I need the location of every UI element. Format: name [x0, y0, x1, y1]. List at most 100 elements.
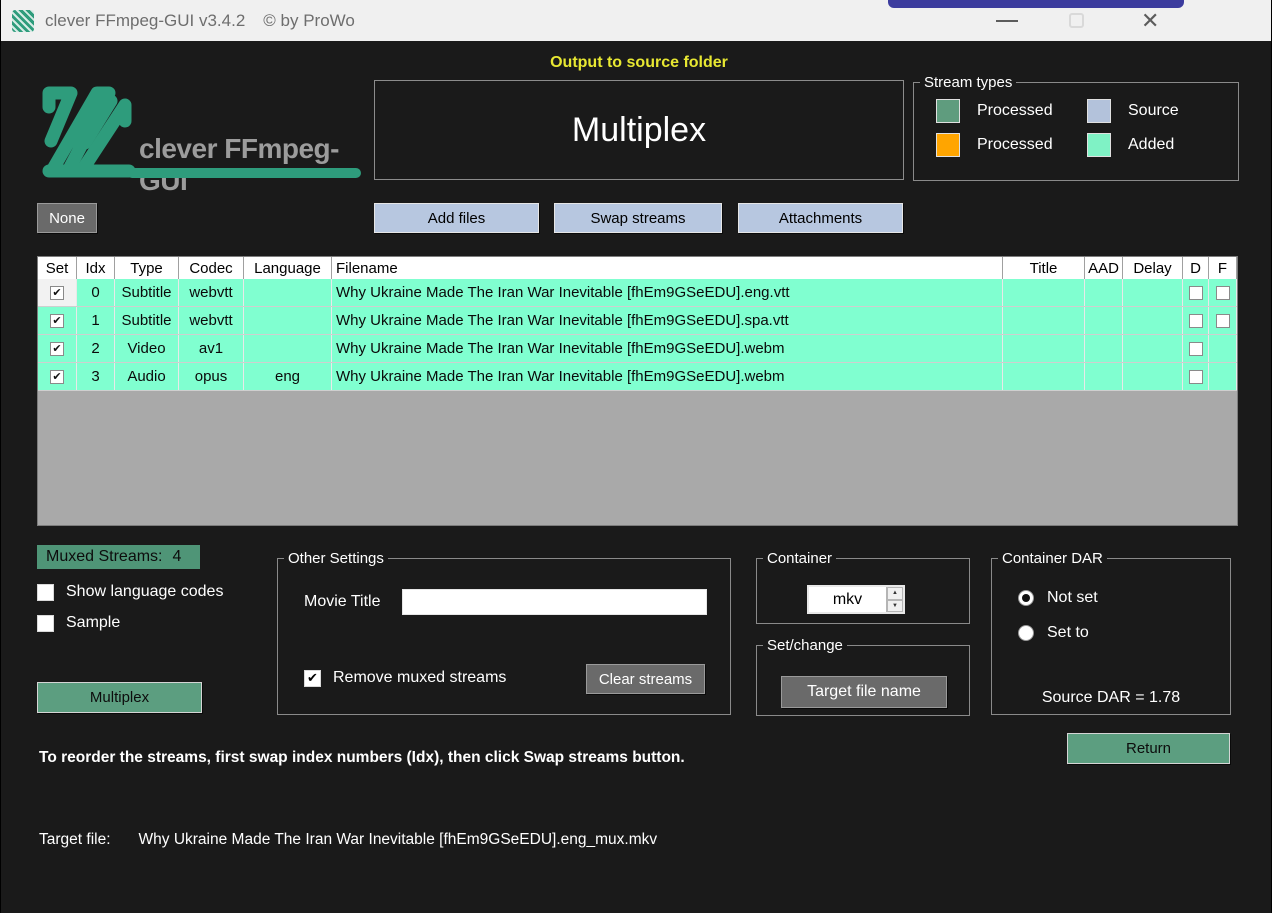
attachments-button[interactable]: Attachments [738, 203, 903, 233]
spinner-buttons: ▲ ▼ [886, 587, 903, 612]
logo-text: clever FFmpeg-GUI [139, 133, 339, 196]
add-files-button[interactable]: Add files [374, 203, 539, 233]
title-cell[interactable] [1003, 307, 1085, 334]
f-cell [1209, 335, 1237, 362]
set-checkbox[interactable] [50, 341, 64, 356]
d-checkbox[interactable] [1188, 341, 1203, 356]
sample-option[interactable]: Sample [37, 614, 223, 632]
multiplex-button[interactable]: Multiplex [37, 682, 202, 713]
window-copyright: © by ProWo [263, 10, 355, 30]
delay-cell[interactable] [1123, 363, 1183, 390]
container-format-value: mkv [832, 590, 863, 608]
delay-cell[interactable] [1123, 307, 1183, 334]
set-checkbox[interactable] [50, 313, 64, 328]
muxed-streams-count: 4 [172, 548, 182, 565]
maximize-icon[interactable] [1069, 13, 1084, 28]
spinner-down-icon[interactable]: ▼ [887, 599, 903, 612]
codec-cell: av1 [179, 335, 244, 362]
aad-cell [1085, 307, 1123, 334]
type-cell: Video [115, 335, 179, 362]
remove-muxed-checkbox[interactable] [304, 669, 321, 687]
aad-cell [1085, 335, 1123, 362]
set-cell [38, 335, 77, 362]
legend-item-processed-orange: Processed [936, 133, 1087, 157]
delay-cell[interactable] [1123, 279, 1183, 306]
remove-muxed-option[interactable]: Remove muxed streams [304, 669, 506, 687]
title-cell[interactable] [1003, 363, 1085, 390]
d-checkbox[interactable] [1188, 369, 1203, 384]
f-checkbox[interactable] [1215, 285, 1230, 300]
language-cell [244, 279, 332, 306]
d-cell [1183, 335, 1209, 362]
overlapping-window-edge [888, 0, 1184, 8]
idx-cell[interactable]: 3 [77, 363, 115, 390]
return-button[interactable]: Return [1067, 733, 1230, 764]
minimize-icon[interactable] [996, 19, 1018, 22]
container-group: Container mkv ▲ ▼ [756, 550, 970, 624]
table-row: 2 Video av1 Why Ukraine Made The Iran Wa… [38, 335, 1237, 363]
col-aad: AAD [1085, 257, 1123, 279]
delay-cell[interactable] [1123, 335, 1183, 362]
close-icon[interactable]: ✕ [1141, 9, 1159, 31]
table-row: 3 Audio opus eng Why Ukraine Made The Ir… [38, 363, 1237, 391]
col-idx: Idx [77, 257, 115, 279]
d-checkbox[interactable] [1188, 285, 1203, 300]
col-language: Language [244, 257, 332, 279]
set-change-group: Set/change Target file name [756, 637, 970, 716]
legend-item-added: Added [1087, 133, 1238, 157]
title-cell[interactable] [1003, 279, 1085, 306]
col-set: Set [38, 257, 77, 279]
clear-streams-button[interactable]: Clear streams [586, 664, 705, 694]
f-checkbox[interactable] [1215, 313, 1230, 328]
show-language-codes-checkbox[interactable] [37, 583, 54, 601]
idx-cell[interactable]: 1 [77, 307, 115, 334]
swap-streams-button[interactable]: Swap streams [554, 203, 722, 233]
set-checkbox[interactable] [50, 369, 64, 384]
target-file-name-button[interactable]: Target file name [781, 676, 947, 708]
type-cell: Subtitle [115, 307, 179, 334]
filename-cell: Why Ukraine Made The Iran War Inevitable… [332, 363, 1003, 390]
show-language-codes-option[interactable]: Show language codes [37, 583, 223, 601]
not-set-label: Not set [1047, 589, 1098, 606]
set-to-option[interactable]: Set to [1018, 624, 1230, 642]
movie-title-input[interactable] [402, 589, 707, 615]
other-settings-group: Other Settings Movie Title Remove muxed … [277, 550, 731, 715]
title-cell[interactable] [1003, 335, 1085, 362]
muxed-streams-label: Muxed Streams: [46, 548, 163, 565]
container-format-spinner[interactable]: mkv ▲ ▼ [807, 585, 905, 614]
stream-types-label: Stream types [924, 74, 1013, 91]
idx-cell[interactable]: 0 [77, 279, 115, 306]
main-area: clever FFmpeg-GUI /* trim version number… [1, 41, 1271, 913]
f-cell [1209, 307, 1237, 334]
col-filename: Filename [332, 257, 1003, 279]
sample-checkbox[interactable] [37, 614, 54, 632]
language-cell: eng [244, 363, 332, 390]
container-dar-group: Container DAR Not set Set to Source DAR … [991, 550, 1231, 715]
idx-cell[interactable]: 2 [77, 335, 115, 362]
not-set-option[interactable]: Not set [1018, 589, 1230, 607]
left-options: Show language codes Sample [37, 583, 223, 645]
added-swatch [1087, 133, 1111, 157]
logo-underline [127, 168, 361, 178]
d-checkbox[interactable] [1188, 313, 1203, 328]
legend-item-source: Source [1087, 99, 1238, 123]
target-file-label: Target file: [39, 831, 111, 848]
not-set-radio[interactable] [1018, 590, 1034, 606]
set-to-radio[interactable] [1018, 625, 1034, 641]
show-language-codes-label: Show language codes [66, 583, 224, 600]
language-cell [244, 307, 332, 334]
output-destination-note: Output to source folder [550, 54, 728, 71]
col-f: F [1209, 257, 1237, 279]
legend-item-processed-green: Processed [936, 99, 1087, 123]
codec-cell: opus [179, 363, 244, 390]
spinner-up-icon[interactable]: ▲ [887, 587, 903, 600]
none-button[interactable]: None [37, 203, 97, 233]
f-cell [1209, 363, 1237, 390]
filename-cell: Why Ukraine Made The Iran War Inevitable… [332, 279, 1003, 306]
mode-title-box: Multiplex [374, 80, 904, 180]
sample-label: Sample [66, 614, 121, 631]
set-checkbox[interactable] [50, 285, 64, 300]
set-cell [38, 307, 77, 334]
codec-cell: webvtt [179, 307, 244, 334]
aad-cell [1085, 363, 1123, 390]
